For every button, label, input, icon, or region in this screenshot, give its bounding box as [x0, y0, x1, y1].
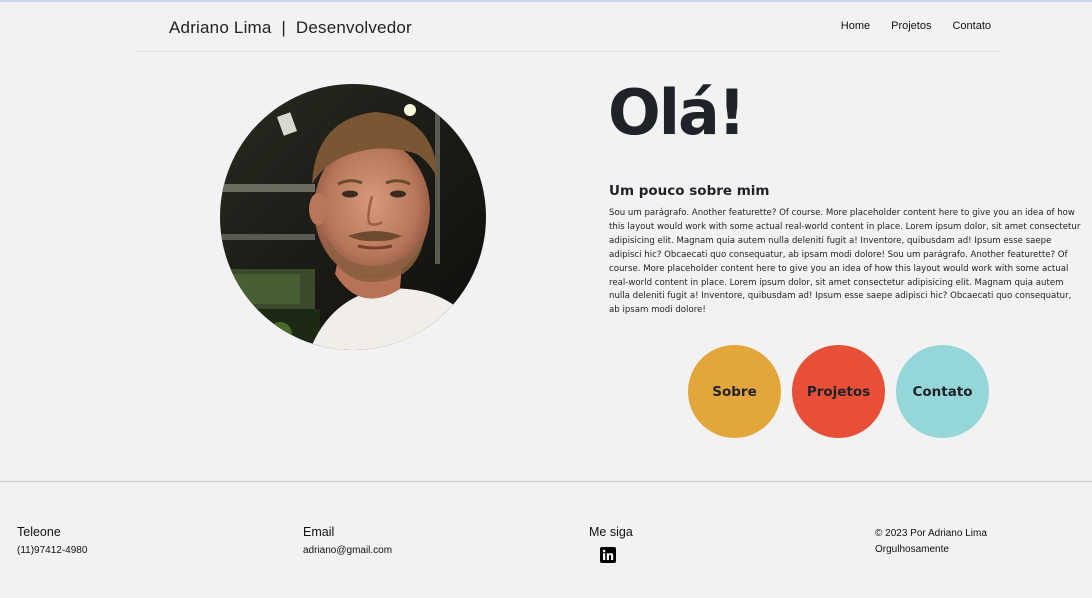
browser-top-line: [0, 0, 1092, 2]
linkedin-glyph: [602, 549, 614, 560]
footer-phone-value: (11)97412-4980: [17, 545, 88, 556]
footer-phone-title: Teleone: [17, 525, 61, 539]
about-title: Um pouco sobre mim: [609, 183, 770, 199]
footer-email-value[interactable]: adriano@gmail.com: [303, 545, 392, 556]
site-brand[interactable]: Adriano Lima | Desenvolvedor: [169, 18, 412, 38]
profile-photo-illustration: [220, 84, 486, 350]
site-header: Adriano Lima | Desenvolvedor Home Projet…: [136, 3, 1001, 52]
footer-phone: Teleone (11)97412-4980: [17, 525, 87, 556]
footer-follow: Me siga: [589, 525, 633, 563]
footer-follow-title: Me siga: [589, 525, 633, 539]
about-paragraph: Sou um parágrafo. Another featurette? Of…: [609, 208, 1081, 316]
footer-email: Email adriano@gmail.com: [303, 525, 392, 556]
site-footer: Teleone (11)97412-4980 Email adriano@gma…: [0, 481, 1092, 598]
nav-contato[interactable]: Contato: [952, 20, 991, 32]
footer-copyright: © 2023 Por Adriano Lima Orgulhosamente: [875, 526, 987, 558]
projetos-button[interactable]: Projetos: [792, 345, 885, 438]
main-nav: Home Projetos Contato: [841, 20, 991, 32]
copyright-line-2: Orgulhosamente: [875, 544, 949, 555]
sobre-button[interactable]: Sobre: [688, 345, 781, 438]
profile-photo: [220, 84, 486, 350]
copyright-line-1: © 2023 Por Adriano Lima: [875, 528, 987, 539]
nav-projetos[interactable]: Projetos: [891, 20, 931, 32]
nav-home[interactable]: Home: [841, 20, 870, 32]
footer-email-title: Email: [303, 525, 335, 539]
contato-button[interactable]: Contato: [896, 345, 989, 438]
hero-greeting: Olá!: [608, 76, 746, 149]
linkedin-icon[interactable]: [600, 547, 616, 563]
